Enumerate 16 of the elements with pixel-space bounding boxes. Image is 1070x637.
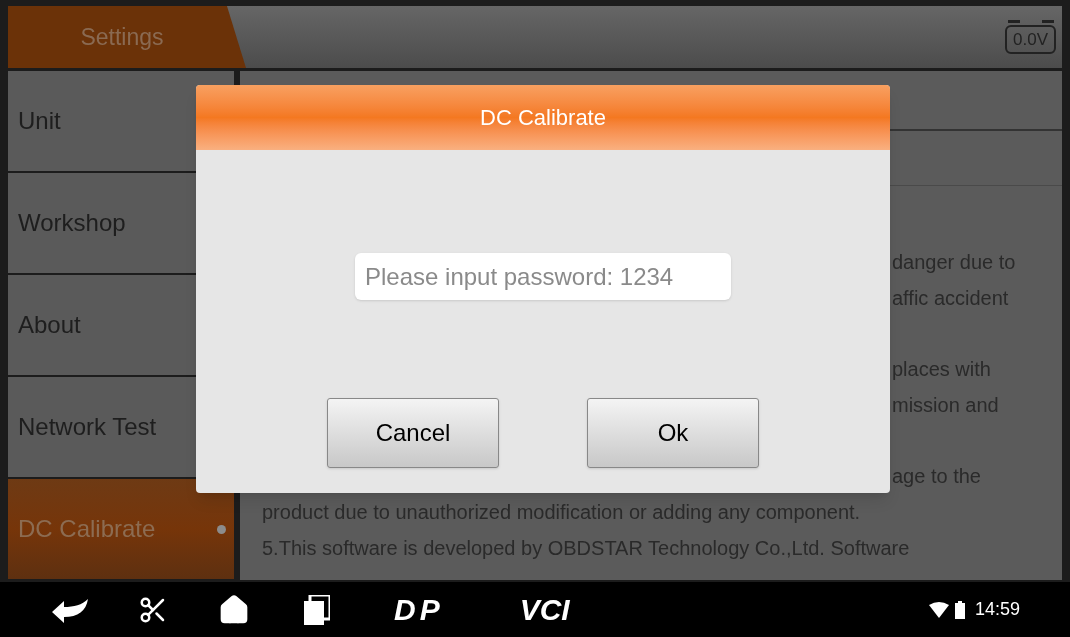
wifi-icon (928, 601, 949, 618)
home-icon[interactable] (218, 593, 250, 626)
battery-icon (954, 600, 965, 619)
dialog-button[interactable]: Ok (587, 398, 759, 468)
dialog-button[interactable]: Cancel (327, 398, 499, 468)
recent-apps-icon[interactable] (304, 594, 330, 625)
clock-time: 14:59 (974, 598, 1020, 621)
voltage-readout: 0.0V (1005, 24, 1056, 55)
settings-tab[interactable]: Settings (8, 6, 246, 68)
password-field[interactable]: Please input password: 1234 (355, 253, 731, 300)
back-arrow-icon[interactable] (50, 596, 90, 623)
vci-logo[interactable]: VCI (519, 587, 570, 632)
sidebar-item[interactable]: DC Calibrate (8, 479, 234, 579)
dp-logo[interactable]: DP (394, 587, 444, 632)
battery-terminals-icon (1007, 19, 1054, 23)
dialog-title: DC Calibrate (196, 85, 890, 150)
